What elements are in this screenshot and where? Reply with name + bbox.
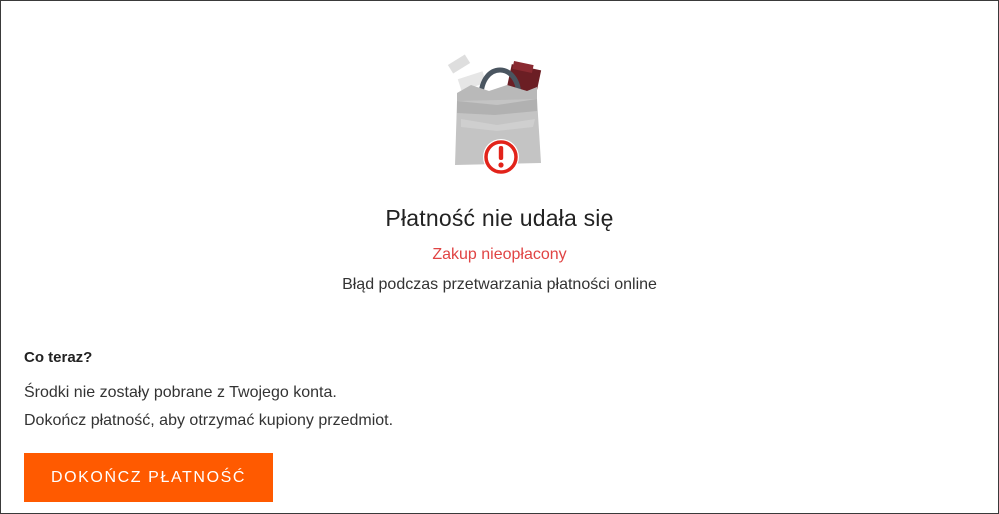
shopping-bag-error-icon <box>437 45 557 179</box>
page-title: Płatność nie udała się <box>385 205 614 231</box>
funds-not-charged-text: Środki nie zostały pobrane z Twojego kon… <box>24 384 337 401</box>
next-steps-heading: Co teraz? <box>24 349 93 366</box>
error-detail-text: Błąd podczas przetwarzania płatności onl… <box>342 276 657 293</box>
complete-payment-hint-text: Dokończ płatność, aby otrzymać kupiony p… <box>24 412 394 429</box>
complete-payment-button[interactable]: DOKOŃCZ PŁATNOŚĆ <box>24 453 273 502</box>
payment-status-label: Zakup nieopłacony <box>432 246 567 263</box>
payment-status-panel: Płatność nie udała się Zakup nieopłacony… <box>0 0 999 514</box>
